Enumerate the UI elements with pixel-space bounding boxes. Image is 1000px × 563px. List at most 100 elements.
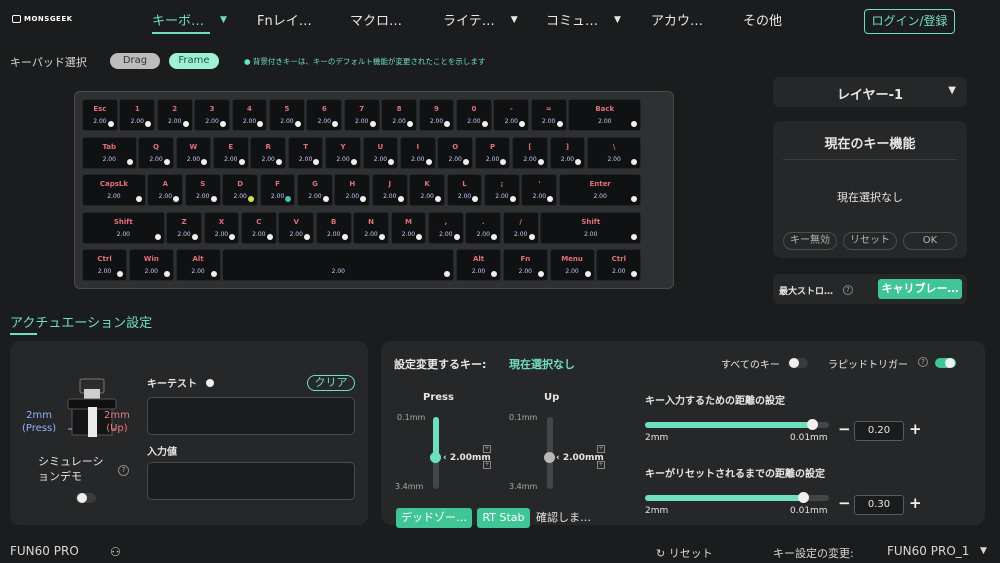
actuation-distance-slider[interactable] [645,419,829,430]
key[interactable]: 9 2.00 [418,99,455,131]
key[interactable]: F 2.00 [259,174,296,206]
rt-stab-button[interactable]: RT Stab [477,508,530,528]
actuation-settings-tab[interactable]: アクチュエーション設定 [10,312,152,331]
key[interactable]: C 2.00 [240,211,277,244]
key[interactable]: \ 2.00 [586,136,642,169]
actuation-value-input[interactable]: 0.20 [854,421,904,441]
help-icon[interactable]: ? [843,285,853,295]
login-button[interactable]: ログイン/登録 [864,9,955,34]
increment-icon[interactable]: + [597,445,605,453]
key[interactable]: 8 2.00 [381,99,417,131]
help-icon[interactable]: ? [918,357,928,367]
press-slider[interactable] [430,417,441,489]
confirm-button[interactable]: 確認しま… [536,508,591,528]
key[interactable]: Alt 2.00 [175,249,221,281]
key[interactable]: Alt 2.00 [456,249,502,281]
increment-icon[interactable]: + [483,445,491,453]
key[interactable]: 5 2.00 [269,99,305,131]
key[interactable]: = 2.00 [530,99,567,131]
key[interactable]: T 2.00 [287,136,324,169]
chevron-down-icon[interactable]: ▼ [980,546,987,556]
up-slider[interactable] [544,417,555,489]
key[interactable]: CapsLk 2.00 [82,174,146,206]
disable-key-button[interactable]: キー無効 [783,232,837,250]
key[interactable]: Enter 2.00 [558,174,642,206]
key[interactable]: Shift 2.00 [540,211,642,244]
key[interactable]: 6 2.00 [306,99,343,131]
nav-other[interactable]: その他 [743,10,782,29]
rapid-trigger-toggle[interactable] [935,358,956,368]
key[interactable]: Z 2.00 [166,211,202,244]
key[interactable]: E 2.00 [212,136,249,169]
key[interactable]: 2.00 [222,249,455,281]
all-keys-toggle[interactable] [788,358,808,368]
key[interactable]: N 2.00 [353,211,389,244]
nav-community[interactable]: コミュ… ▼ [546,10,621,29]
connection-icon[interactable]: ⚇ [110,545,121,559]
minus-icon[interactable]: − [838,420,851,438]
key[interactable]: Q 2.00 [138,136,174,169]
key-test-textarea[interactable] [147,397,355,435]
key[interactable]: ] 2.00 [549,136,586,169]
key[interactable]: B 2.00 [315,211,352,244]
footer-reset-button[interactable]: ↻ リセット [656,545,713,561]
key[interactable]: 1 2.00 [119,99,156,131]
layer-select[interactable]: レイヤー-1 ▼ [773,77,967,107]
minus-icon[interactable]: − [838,494,851,512]
key[interactable]: -2.00 [493,99,530,131]
nav-account[interactable]: アカウ… [651,10,703,29]
key[interactable]: 0 2.00 [456,99,492,131]
profile-select[interactable]: FUN60 PRO_1 [887,544,969,558]
key[interactable]: [2.00 [512,136,548,169]
release-value-input[interactable]: 0.30 [854,495,904,515]
key[interactable]: ; 2.00 [484,174,520,206]
key[interactable]: D 2.00 [222,174,259,206]
key[interactable]: Y 2.00 [325,136,361,169]
key[interactable]: A 2.00 [147,174,184,206]
key[interactable]: K 2.00 [409,174,446,206]
key[interactable]: L 2.00 [446,174,483,206]
key[interactable]: Back 2.00 [568,99,642,131]
plus-icon[interactable]: + [909,494,922,512]
key[interactable]: ' 2.00 [521,174,558,206]
key[interactable]: J 2.00 [371,174,408,206]
key[interactable]: H 2.00 [334,174,371,206]
nav-keyboard[interactable]: キーボ… ▼ [152,10,227,34]
key[interactable]: Fn 2.00 [502,249,548,281]
calibrate-button[interactable]: キャリブレー… [878,279,962,299]
slider-knob[interactable] [807,419,819,430]
key[interactable]: 2 2.00 [156,99,193,131]
input-value-textarea[interactable] [147,462,355,500]
key[interactable]: G 2.00 [297,174,333,206]
key[interactable]: 4 2.00 [231,99,268,131]
plus-icon[interactable]: + [909,420,922,438]
release-distance-slider[interactable] [645,492,829,503]
key[interactable]: R 2.00 [250,136,287,169]
key[interactable]: . 2.00 [465,211,502,244]
ok-button[interactable]: OK [903,232,957,250]
key[interactable]: S 2.00 [184,174,221,206]
key[interactable]: O 2.00 [437,136,474,169]
up-slider-knob[interactable] [544,451,555,463]
press-slider-knob[interactable] [430,451,441,463]
key[interactable]: 3 2.00 [194,99,230,131]
key[interactable]: U 2.00 [362,136,399,169]
nav-lighting[interactable]: ライテ… ▼ [443,10,518,29]
key[interactable]: X 2.00 [203,211,240,244]
key[interactable]: /2.00 [502,211,539,244]
key[interactable]: I 2.00 [399,136,436,169]
key[interactable]: Esc 2.00 [82,99,118,131]
key[interactable]: Ctrl 2.00 [82,249,128,281]
key[interactable]: Shift 2.00 [82,211,165,244]
key[interactable]: 7 2.00 [343,99,380,131]
key[interactable]: Tab 2.00 [82,136,137,169]
slider-knob[interactable] [798,492,810,503]
nav-fn-layer[interactable]: Fnレイ… [257,10,312,29]
drag-toggle[interactable]: Drag [110,53,160,69]
key[interactable]: Menu 2.00 [549,249,595,281]
deadzone-button[interactable]: デッドゾー… [396,508,472,528]
key[interactable]: Ctrl 2.00 [596,249,642,281]
decrement-icon[interactable]: + [483,461,491,469]
key[interactable]: V 2.00 [278,211,315,244]
frame-toggle[interactable]: Frame [169,53,219,69]
